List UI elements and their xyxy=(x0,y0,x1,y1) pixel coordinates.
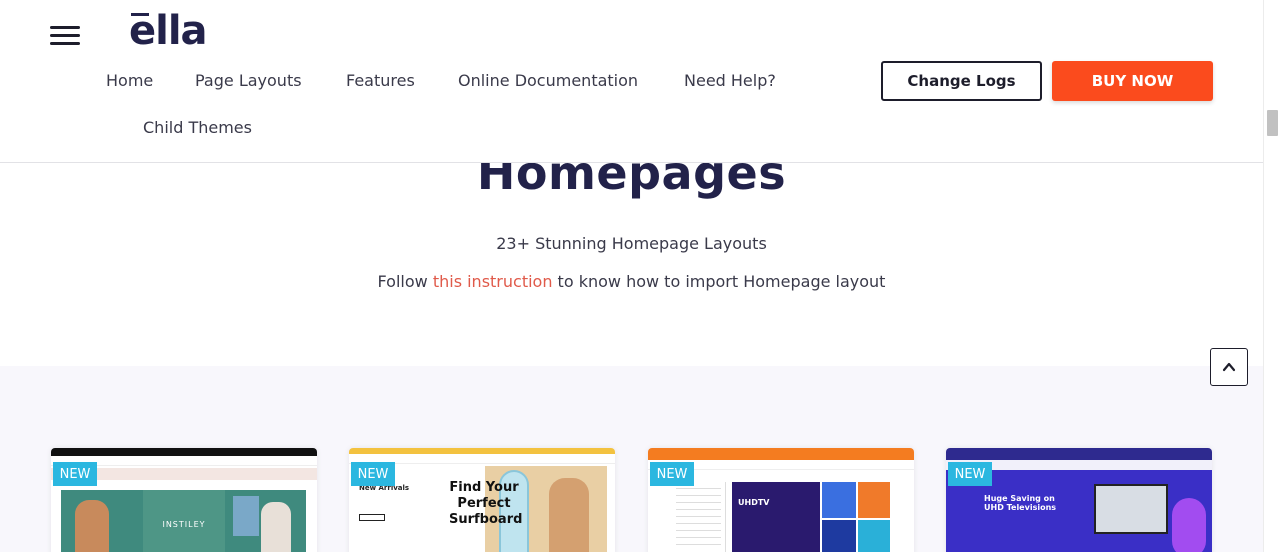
scrollbar-thumb[interactable] xyxy=(1267,110,1278,136)
nav-child-themes[interactable]: Child Themes xyxy=(143,118,252,137)
site-header: ella Home Page Layouts Features Online D… xyxy=(0,0,1263,163)
buy-now-button[interactable]: BUY NOW xyxy=(1052,61,1213,101)
nav-online-documentation[interactable]: Online Documentation xyxy=(458,71,638,90)
back-to-top-button[interactable] xyxy=(1210,348,1248,386)
chevron-up-icon xyxy=(1222,362,1236,372)
instruction-prefix: Follow xyxy=(377,272,433,291)
preview-text: INSTILEY xyxy=(143,490,225,552)
new-badge: NEW xyxy=(650,462,694,486)
preview-image: INSTILEY xyxy=(61,490,306,552)
nav-need-help[interactable]: Need Help? xyxy=(684,71,776,90)
nav-features[interactable]: Features xyxy=(346,71,415,90)
change-logs-button[interactable]: Change Logs xyxy=(881,61,1042,101)
category-sidebar xyxy=(672,482,726,552)
preview-text: Huge Saving on UHD Televisions xyxy=(984,494,1057,512)
preview-title: Find Your Perfect Surfboard xyxy=(449,480,523,527)
tv-image xyxy=(1094,484,1168,534)
new-badge: NEW xyxy=(53,462,97,486)
nav-home[interactable]: Home xyxy=(106,71,153,90)
homepage-card-4[interactable]: Huge Saving on UHD Televisions NEW xyxy=(946,448,1212,552)
page-scrollbar[interactable] xyxy=(1263,0,1280,552)
new-badge: NEW xyxy=(351,462,395,486)
menu-icon[interactable] xyxy=(50,26,80,46)
preview-text: UHDTV xyxy=(732,482,820,552)
page-subtitle: 23+ Stunning Homepage Layouts xyxy=(496,234,767,253)
instruction-suffix: to know how to import Homepage layout xyxy=(552,272,886,291)
import-instruction-text: Follow this instruction to know how to i… xyxy=(0,272,1263,291)
homepage-card-2[interactable]: New Arrivals Find Your Perfect Surfboard… xyxy=(349,448,615,552)
nav-page-layouts[interactable]: Page Layouts xyxy=(195,71,302,90)
homepage-card-3[interactable]: UHDTV NEW xyxy=(648,448,914,552)
instruction-link[interactable]: this instruction xyxy=(433,272,553,291)
new-badge: NEW xyxy=(948,462,992,486)
logo[interactable]: ella xyxy=(129,8,208,54)
homepage-card-1[interactable]: INSTILEY NEW xyxy=(51,448,317,552)
